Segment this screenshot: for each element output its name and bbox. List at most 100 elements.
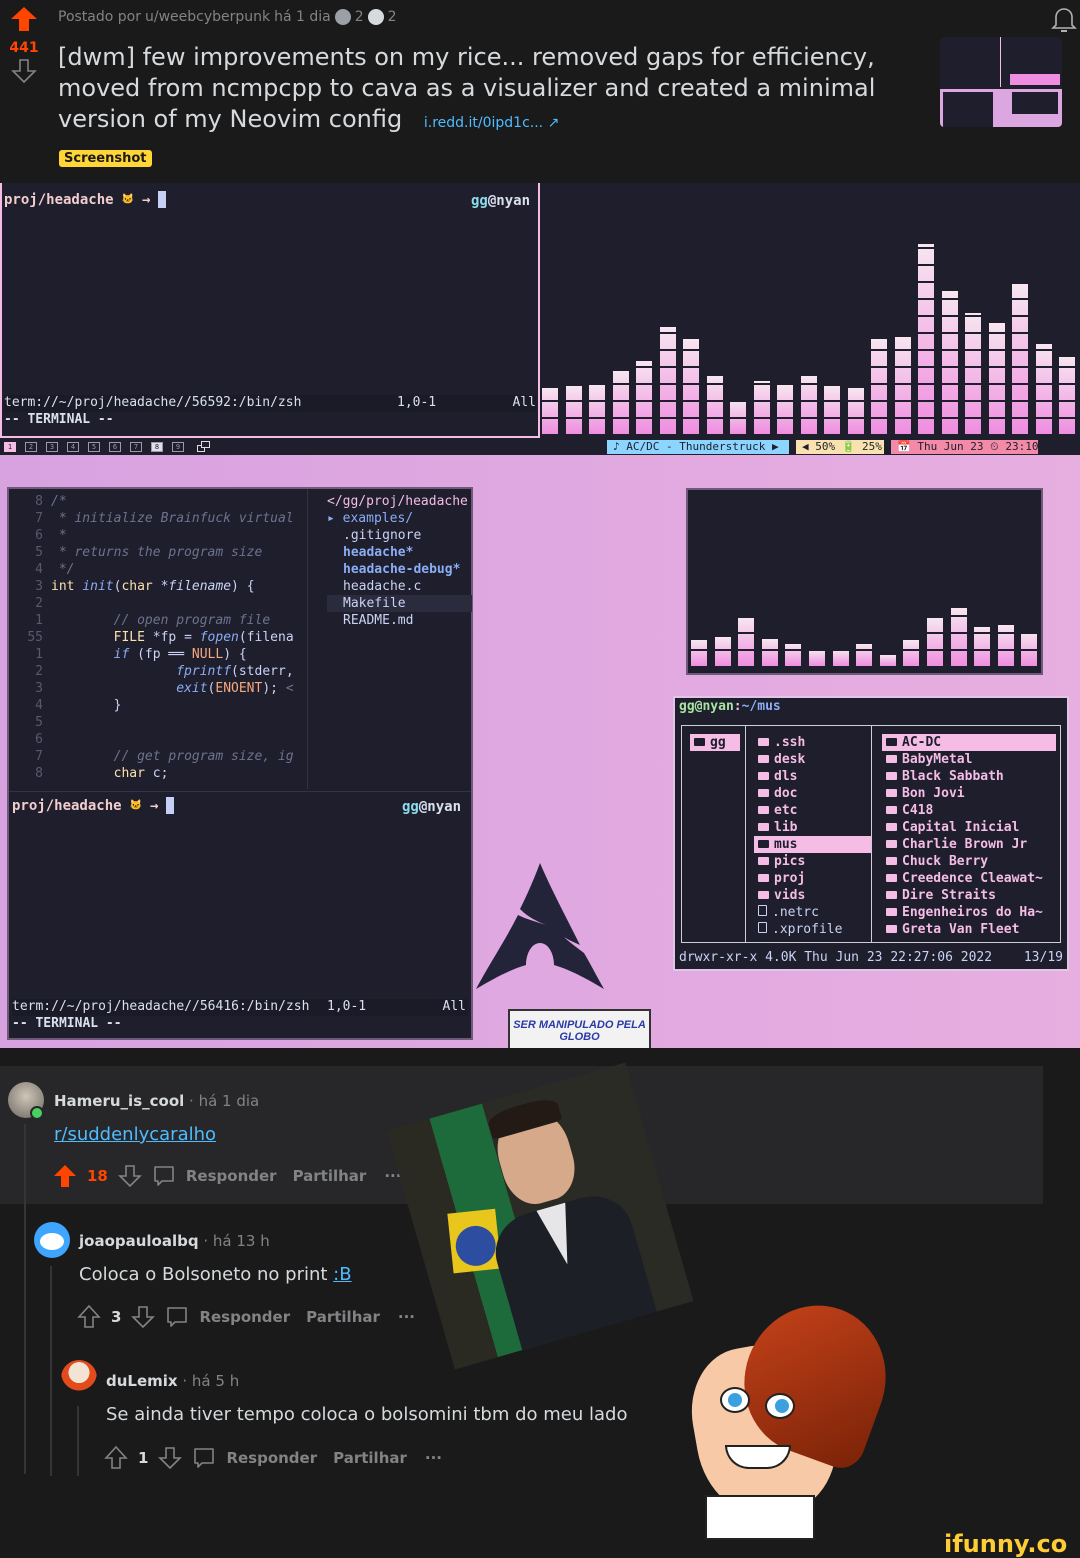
upvote-icon[interactable]: [53, 1164, 77, 1188]
lf-entry[interactable]: etc: [754, 802, 872, 819]
lf-entry[interactable]: Creedence Cleawat~: [882, 870, 1056, 887]
tree-item[interactable]: README.md: [327, 612, 472, 629]
code-line[interactable]: 4 }: [9, 697, 309, 714]
lf-entry[interactable]: .xprofile: [754, 921, 872, 938]
share-button[interactable]: Partilhar: [293, 1167, 367, 1185]
lf-entry[interactable]: dls: [754, 768, 872, 785]
workspace-tag-2[interactable]: 2: [25, 441, 37, 452]
comment-author[interactable]: duLemix · há 5 h: [106, 1372, 239, 1390]
code-line[interactable]: 6: [9, 731, 309, 748]
lf-entry[interactable]: BabyMetal: [882, 751, 1056, 768]
lf-entry[interactable]: pics: [754, 853, 872, 870]
reply-button[interactable]: Responder: [186, 1167, 277, 1185]
subreddit-link[interactable]: r/suddenlycaralho: [54, 1124, 216, 1145]
tree-item[interactable]: Makefile: [327, 595, 472, 612]
code-line[interactable]: 2: [9, 595, 309, 612]
post-thumbnail[interactable]: [940, 37, 1062, 127]
lf-file-manager[interactable]: gg@nyan:~/mus gg .ssh desk dls doc etc lib mus…: [673, 696, 1069, 971]
notification-bell-icon[interactable]: [1051, 5, 1077, 33]
neovim-window[interactable]: 8/* 7 * initialize Brainfuck virtual 6 * 5 …: [7, 487, 473, 1040]
cava-visualizer-small-window[interactable]: [686, 488, 1043, 675]
code-line[interactable]: 2 fprintf(stderr,: [9, 663, 309, 680]
author-name[interactable]: duLemix: [106, 1372, 178, 1390]
workspace-tag-1[interactable]: 1: [4, 441, 16, 452]
comment-icon[interactable]: [152, 1164, 176, 1188]
split-divider[interactable]: [9, 791, 471, 792]
code-line[interactable]: 5 * returns the program size: [9, 544, 309, 561]
comment-icon[interactable]: [192, 1446, 216, 1470]
downvote-icon[interactable]: [158, 1446, 183, 1470]
workspace-tag-6[interactable]: 6: [109, 441, 121, 452]
volume-battery-status[interactable]: ◀ 50% 🔋 25%: [796, 440, 884, 454]
lf-entry[interactable]: Engenheiros do Ha~: [882, 904, 1056, 921]
lf-entry[interactable]: lib: [754, 819, 872, 836]
emote-link[interactable]: :B: [333, 1264, 351, 1285]
avatar[interactable]: [61, 1360, 97, 1396]
lf-entry[interactable]: AC-DC: [882, 734, 1056, 751]
lf-entry[interactable]: doc: [754, 785, 872, 802]
lf-entry[interactable]: Chuck Berry: [882, 853, 1056, 870]
lf-entry[interactable]: .ssh: [754, 734, 872, 751]
code-line[interactable]: 7 // get program size, ig: [9, 748, 309, 765]
thread-line[interactable]: [50, 1266, 52, 1476]
lf-entry[interactable]: Capital Inicial: [882, 819, 1056, 836]
code-line[interactable]: 3 exit(ENOENT); <: [9, 680, 309, 697]
lf-current-column[interactable]: .ssh desk dls doc etc lib mus pics proj vids .netr…: [754, 734, 872, 942]
comment-author[interactable]: Hameru_is_cool · há 1 dia: [54, 1092, 259, 1110]
code-line[interactable]: 1 // open program file: [9, 612, 309, 629]
post-title[interactable]: [dwm] few improvements on my rice... rem…: [58, 42, 938, 139]
post-author[interactable]: u/weebcyberpunk: [145, 9, 270, 25]
file-tree[interactable]: </gg/proj/headache ▸ examples/.gitignore…: [327, 493, 472, 629]
code-line[interactable]: 55 FILE *fp = fopen(filena: [9, 629, 309, 646]
lf-preview-column[interactable]: AC-DC BabyMetal Black Sabbath Bon Jovi C418 C…: [882, 734, 1056, 942]
code-line[interactable]: 1 if (fp ══ NULL) {: [9, 646, 309, 663]
downvote-icon[interactable]: [117, 1164, 142, 1188]
thread-line[interactable]: [77, 1406, 79, 1476]
lf-entry[interactable]: gg: [690, 734, 740, 751]
workspace-tag-5[interactable]: 5: [88, 441, 100, 452]
layout-monocle-icon[interactable]: [196, 440, 211, 453]
upvote-icon[interactable]: [10, 6, 38, 32]
comment-author[interactable]: joaopauloalbq · há 13 h: [79, 1232, 270, 1250]
author-name[interactable]: Hameru_is_cool: [54, 1092, 184, 1110]
thread-line[interactable]: [24, 1124, 26, 1474]
post-link-text[interactable]: i.redd.it/0ipd1c...: [424, 115, 543, 131]
code-line[interactable]: 4 */: [9, 561, 309, 578]
workspace-tag-4[interactable]: 4: [67, 441, 79, 452]
downvote-icon[interactable]: [11, 58, 37, 84]
lf-parent-column[interactable]: gg: [690, 734, 740, 942]
upvote-icon[interactable]: [77, 1305, 101, 1329]
share-button[interactable]: Partilhar: [333, 1449, 407, 1467]
more-options-button[interactable]: ···: [425, 1449, 442, 1467]
author-name[interactable]: joaopauloalbq: [79, 1232, 199, 1250]
post-flair[interactable]: Screenshot: [59, 150, 152, 167]
split-divider[interactable]: [307, 489, 308, 789]
code-editor[interactable]: 8/* 7 * initialize Brainfuck virtual 6 * 5 …: [9, 493, 309, 782]
downvote-icon[interactable]: [131, 1305, 156, 1329]
workspace-tag-7[interactable]: 7: [130, 441, 142, 452]
code-line[interactable]: 8 /*: [9, 493, 309, 510]
reply-button[interactable]: Responder: [199, 1308, 290, 1326]
lf-entry[interactable]: vids: [754, 887, 872, 904]
tree-item[interactable]: ▸ examples/: [327, 510, 472, 527]
code-line[interactable]: 3 int init(char *filename) {: [9, 578, 309, 595]
neovim-terminal-window[interactable]: proj/headache 🐱 → gg@nyan term://~/proj/…: [0, 183, 540, 438]
code-line[interactable]: 8 char c;: [9, 765, 309, 782]
reply-button[interactable]: Responder: [226, 1449, 317, 1467]
upvote-icon[interactable]: [104, 1446, 128, 1470]
lf-entry[interactable]: Black Sabbath: [882, 768, 1056, 785]
workspace-tag-9[interactable]: 9: [172, 441, 184, 452]
comment-icon[interactable]: [165, 1305, 189, 1329]
tree-item[interactable]: headache*: [327, 544, 472, 561]
lf-entry[interactable]: Charlie Brown Jr: [882, 836, 1056, 853]
more-options-button[interactable]: ···: [398, 1308, 415, 1326]
workspace-tag-8[interactable]: 8: [151, 441, 163, 452]
lf-entry[interactable]: C418: [882, 802, 1056, 819]
tree-item[interactable]: .gitignore: [327, 527, 472, 544]
tree-item[interactable]: headache-debug*: [327, 561, 472, 578]
lf-entry[interactable]: Greta Van Fleet: [882, 921, 1056, 938]
code-line[interactable]: 7 * initialize Brainfuck virtual: [9, 510, 309, 527]
lf-entry[interactable]: .netrc: [754, 904, 872, 921]
lf-entry[interactable]: mus: [754, 836, 872, 853]
post-link[interactable]: i.redd.it/0ipd1c... ↗: [424, 115, 559, 131]
